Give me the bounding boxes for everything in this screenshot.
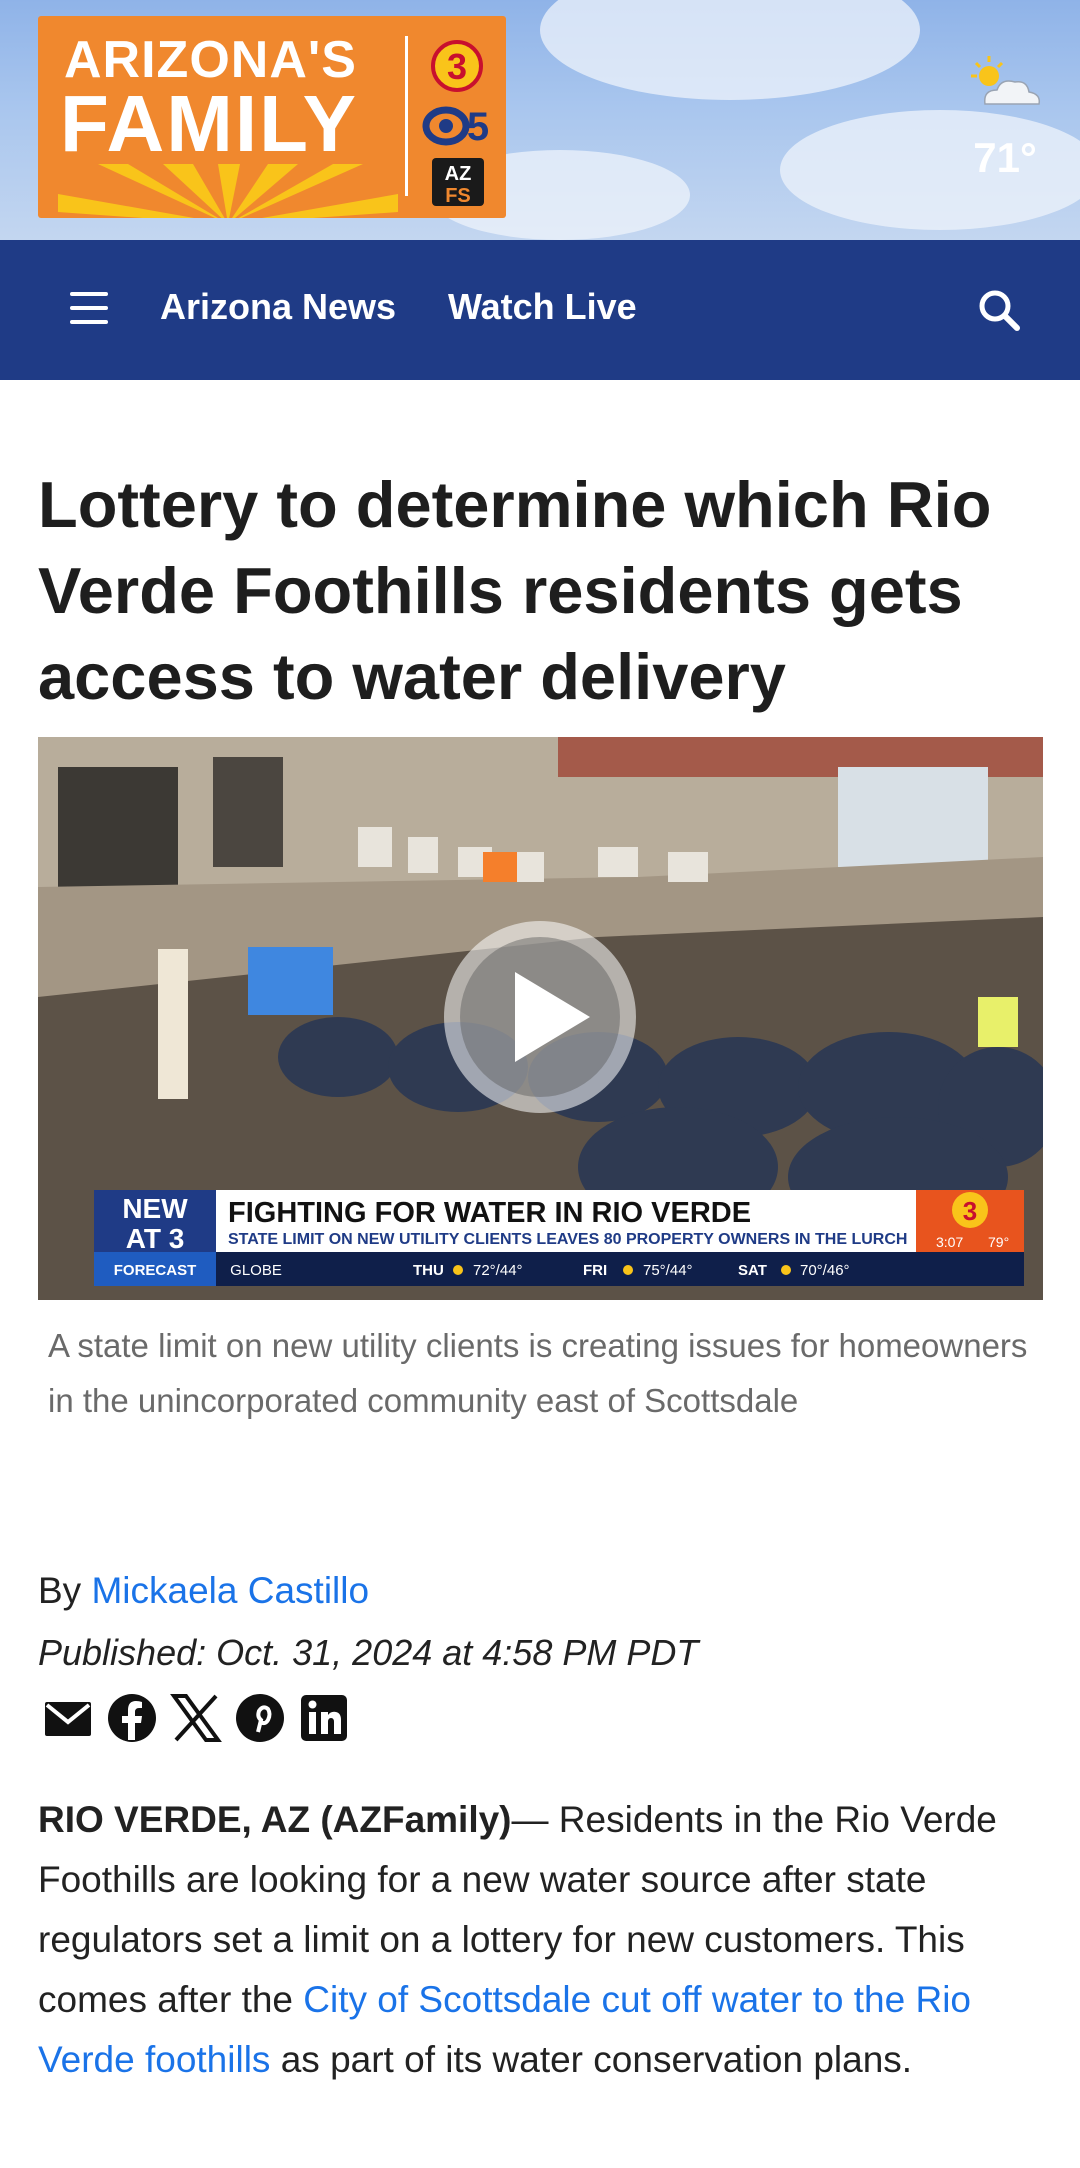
logo-divider: [405, 36, 408, 196]
sky-cloud: [540, 0, 920, 100]
sun-icon: [781, 1265, 791, 1275]
svg-text:3: 3: [447, 46, 467, 87]
lower-third-time: 3:07: [936, 1234, 963, 1250]
article-dateline: RIO VERDE, AZ (AZFamily): [38, 1799, 512, 1840]
share-bar: [42, 1692, 382, 1748]
svg-text:5: 5: [467, 105, 489, 149]
published-date: Published: Oct. 31, 2024 at 4:58 PM PDT: [38, 1632, 699, 1673]
nav-watch-live[interactable]: Watch Live: [448, 286, 637, 328]
weather-temperature: 71°: [973, 134, 1037, 181]
cbs5-3-azfs-badge-icon: 3 5 AZ FS: [422, 40, 489, 207]
lower-third-tag-new: NEW: [122, 1193, 188, 1224]
channel-3-bug: 3: [963, 1196, 977, 1226]
nav-arizona-news[interactable]: Arizona News: [160, 286, 396, 328]
sun-icon: [453, 1265, 463, 1275]
pinterest-icon[interactable]: [234, 1692, 286, 1744]
svg-text:AZ: AZ: [445, 163, 472, 185]
sun-rays-icon: [58, 164, 398, 218]
facebook-icon[interactable]: [106, 1692, 158, 1744]
play-icon[interactable]: [440, 917, 640, 1117]
video-lower-third: NEW AT 3 FIGHTING FOR WATER IN RIO VERDE…: [94, 1190, 1024, 1286]
ticker-temps: 72°/44°: [473, 1262, 523, 1279]
email-icon[interactable]: [42, 1692, 94, 1744]
article-body: RIO VERDE, AZ (AZFamily)— Residents in t…: [38, 1790, 1048, 2090]
x-icon[interactable]: [170, 1692, 222, 1744]
hamburger-menu-icon[interactable]: [70, 292, 108, 326]
ticker-temps: 75°/44°: [643, 1262, 693, 1279]
lower-third-tag-at3: AT 3: [126, 1223, 185, 1254]
logo-text-family: FAMILY: [60, 79, 358, 168]
main-nav: Arizona News Watch Live: [0, 240, 1080, 380]
linkedin-icon[interactable]: [298, 1692, 350, 1744]
lower-third-subhead: STATE LIMIT ON NEW UTILITY CLIENTS LEAVE…: [228, 1231, 907, 1248]
body-text-2: as part of its water conservation plans.: [270, 2039, 913, 2080]
sun-icon: [623, 1265, 633, 1275]
ticker-day: FRI: [583, 1262, 607, 1279]
ticker-day: THU: [413, 1262, 444, 1279]
byline: By Mickaela Castillo: [38, 1570, 369, 1612]
brand-header: ARIZONA'S FAMILY 3 5 AZ FS 71°: [0, 0, 1080, 240]
ticker-temps: 70°/46°: [800, 1262, 850, 1279]
ticker-label: FORECAST: [114, 1262, 197, 1279]
byline-prefix: By: [38, 1570, 82, 1611]
lower-third-headline: FIGHTING FOR WATER IN RIO VERDE: [228, 1197, 751, 1229]
svg-text:FS: FS: [445, 185, 471, 207]
partly-sunny-icon: [971, 56, 1041, 105]
weather-widget[interactable]: 71°: [960, 54, 1050, 184]
search-icon[interactable]: [977, 288, 1021, 332]
ticker-city: GLOBE: [230, 1262, 282, 1279]
lower-third-temp: 79°: [988, 1234, 1009, 1250]
video-caption: A state limit on new utility clients is …: [48, 1327, 1028, 1419]
article-headline: Lottery to determine which Rio Verde Foo…: [38, 468, 992, 713]
arizonas-family-logo[interactable]: ARIZONA'S FAMILY 3 5 AZ FS: [38, 16, 506, 218]
video-player[interactable]: NEW AT 3 FIGHTING FOR WATER IN RIO VERDE…: [38, 737, 1043, 1300]
ticker-day: SAT: [738, 1262, 767, 1279]
author-link[interactable]: Mickaela Castillo: [91, 1570, 369, 1611]
